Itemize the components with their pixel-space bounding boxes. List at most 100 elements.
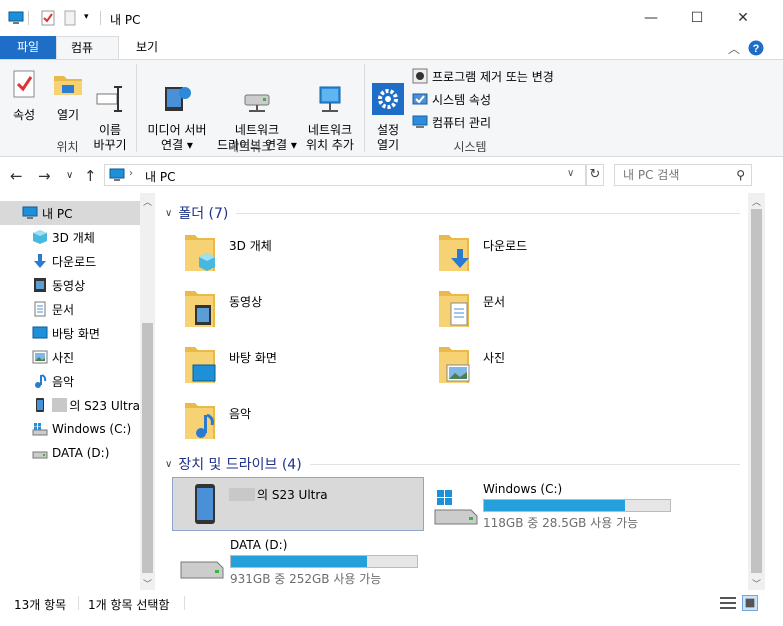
windows-drive-icon [32,423,48,436]
ribbon-tabs: 파일 컴퓨터 보기 ︿ ? [0,36,783,77]
close-button[interactable]: ✕ [720,0,766,36]
chevron-down-icon: ∨ [165,207,173,219]
3d-objects-folder-icon [185,235,215,271]
scroll-down-icon[interactable]: ﹀ [143,577,152,590]
maximize-button[interactable]: ☐ [674,0,720,36]
scroll-up-icon[interactable]: ︿ [752,195,761,208]
device-data-d[interactable]: DATA (D:) 931GB 중 252GB 사용 가능 [177,533,437,591]
properties-icon[interactable] [40,10,56,26]
breadcrumb-chevron-icon[interactable]: › [129,168,133,179]
tab-file[interactable]: 파일 [0,36,56,60]
ribbon: 속성 열기 이름 바꾸기 위치 미디어 서버 연결 ▾ 네트워크 드라이브 연결… [0,59,783,157]
navigation-pane-scrollbar[interactable]: ︿ ﹀ [140,193,155,590]
chevron-down-icon: ∨ [165,458,173,470]
folder-desktop[interactable]: 바탕 화면 [183,343,433,393]
uninstall-program-button[interactable]: 프로그램 제거 또는 변경 [412,66,554,86]
redacted-name [52,398,68,412]
tree-item-documents[interactable]: 문서 [0,297,140,321]
videos-folder-icon [185,291,215,327]
music-folder-icon [185,403,215,439]
properties-button[interactable]: 속성 [6,68,42,123]
folder-downloads[interactable]: 다운로드 [437,231,687,281]
drive-usage-fill [231,555,367,567]
tree-item-this-pc[interactable]: 내 PC [0,201,140,225]
details-view-icon[interactable] [720,596,736,610]
open-button[interactable]: 열기 [50,68,86,123]
tab-view[interactable]: 보기 [122,36,172,60]
tree-item-phone[interactable]: 의 S23 Ultra [0,393,140,417]
computer-management-button[interactable]: 컴퓨터 관리 [412,112,491,132]
tree-item-desktop[interactable]: 바탕 화면 [0,321,140,345]
address-dropdown-icon[interactable]: ∨ [567,168,574,179]
tree-item-videos[interactable]: 동영상 [0,273,140,297]
section-header-folders[interactable]: ∨ 폴더 (7) [165,203,740,223]
tree-item-3d-objects[interactable]: 3D 개체 [0,225,140,249]
system-properties-icon [412,93,428,105]
device-windows-c[interactable]: Windows (C:) 118GB 중 28.5GB 사용 가능 [431,477,691,535]
folder-videos[interactable]: 동영상 [183,287,433,337]
group-label-system: 시스템 [453,140,487,154]
tree-item-music[interactable]: 음악 [0,369,140,393]
documents-folder-icon [439,291,469,327]
tab-computer[interactable]: 컴퓨터 [56,36,119,77]
scroll-up-icon[interactable]: ︿ [143,195,152,208]
phone-icon [195,484,215,524]
back-arrow-icon[interactable]: ← [10,167,23,185]
drive-icon [180,561,224,579]
download-icon [34,254,46,268]
tree-item-downloads[interactable]: 다운로드 [0,249,140,273]
quick-access-dropdown-icon[interactable]: ▾ [84,12,89,22]
minimize-button[interactable]: — [628,0,674,36]
search-icon: ⚲ [736,168,745,182]
pictures-folder-icon [439,347,470,383]
network-location-icon [319,86,341,112]
tree-item-pictures[interactable]: 사진 [0,345,140,369]
computer-management-icon [412,115,428,128]
new-folder-icon[interactable] [62,10,78,26]
collapse-ribbon-icon[interactable]: ︿ [728,40,740,57]
folder-documents[interactable]: 문서 [437,287,687,337]
properties-icon [13,70,35,98]
item-count: 13개 항목 [14,598,67,612]
svg-text:?: ? [753,43,760,55]
folder-music[interactable]: 음악 [183,399,433,449]
help-icon[interactable]: ? [748,40,764,56]
recent-locations-icon[interactable]: ∨ [66,170,73,181]
up-arrow-icon[interactable]: ↑ [84,167,97,185]
content-pane: ∨ 폴더 (7) 3D 개체 다운로드 동영상 문서 바탕 화면 사진 음악 ∨… [155,193,748,590]
music-icon [35,374,47,388]
forward-arrow-icon[interactable]: → [38,167,51,185]
tree-item-data-d[interactable]: DATA (D:) [0,441,140,465]
phone-icon [36,398,44,412]
desktop-folder-icon [185,347,216,383]
desktop-icon [32,326,48,339]
folder-pictures[interactable]: 사진 [437,343,687,393]
navigation-bar: ← → ∨ ↑ › 내 PC ∨ ↻ 내 PC 검색 ⚲ [0,157,783,193]
system-properties-button[interactable]: 시스템 속성 [412,89,491,109]
drive-usage-bar-c [483,498,671,512]
address-bar[interactable]: › 내 PC ∨ [104,164,586,186]
search-input[interactable]: 내 PC 검색 ⚲ [614,164,752,186]
pc-icon[interactable] [8,10,24,26]
rename-icon [96,86,122,112]
breadcrumb[interactable]: 내 PC [145,168,175,185]
document-icon [34,301,46,317]
pc-icon [22,206,38,219]
tree-item-windows-c[interactable]: Windows (C:) [0,417,140,441]
content-scrollbar[interactable]: ︿ ﹀ [748,193,765,590]
video-icon [34,278,46,292]
section-header-devices[interactable]: ∨ 장치 및 드라이브 (4) [165,454,740,474]
selection-count: 1개 항목 선택함 [88,598,170,612]
folder-open-icon [54,76,82,95]
folder-3d-objects[interactable]: 3D 개체 [183,231,433,281]
large-icons-view-icon[interactable] [742,595,758,611]
drive-icon [32,451,48,459]
title-bar: ▾ 내 PC — ☐ ✕ [0,0,783,36]
redacted-name [229,488,255,501]
settings-gear-icon [372,83,404,115]
refresh-button[interactable]: ↻ [586,164,604,186]
network-drive-icon [244,94,270,112]
scroll-down-icon[interactable]: ﹀ [752,577,761,590]
navigation-pane: 내 PC 3D 개체 다운로드 동영상 문서 바탕 화면 사진 음악 의 S23… [0,193,155,590]
device-phone[interactable]: 의 S23 Ultra [172,477,424,531]
